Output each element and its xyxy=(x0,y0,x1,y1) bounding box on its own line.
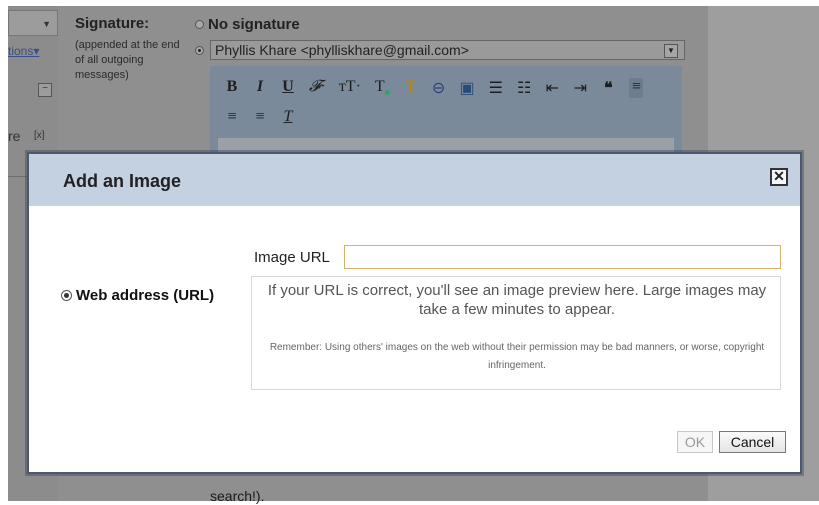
add-image-dialog: Add an Image ✕ Web address (URL) Image U… xyxy=(27,152,802,474)
image-icon[interactable]: ▣ xyxy=(460,78,475,98)
ok-button[interactable]: OK xyxy=(677,431,713,453)
link-icon[interactable]: ⊖ xyxy=(432,78,446,98)
signature-account-value: Phyllis Khare <phylliskhare@gmail.com> xyxy=(215,42,469,58)
image-url-label: Image URL xyxy=(254,249,330,266)
web-address-label: Web address (URL) xyxy=(76,287,215,304)
align-left-icon[interactable]: ≡ xyxy=(629,78,644,98)
image-preview-box: If your URL is correct, you'll see an im… xyxy=(251,276,781,390)
truncated-label: re xyxy=(8,128,21,144)
web-address-option[interactable]: Web address (URL) xyxy=(61,287,214,304)
align-right-icon[interactable]: ≡ xyxy=(253,108,267,126)
chevron-down-icon: ▼ xyxy=(664,44,678,58)
quote-icon[interactable]: ❝ xyxy=(601,78,615,98)
radio-icon[interactable] xyxy=(195,20,204,29)
no-signature-label: No signature xyxy=(208,16,300,33)
left-dropdown[interactable]: ▼ xyxy=(8,10,58,36)
no-signature-option[interactable]: No signature xyxy=(195,16,300,33)
text-color-icon[interactable]: T■ xyxy=(375,78,390,98)
editor-toolbar: B I U 𝓕· тT· T■ T ⊖ ▣ ☰ ☷ ⇤ ⇥ ❝ ≡ ≡ ≡ T xyxy=(225,78,665,126)
align-center-icon[interactable]: ≡ xyxy=(225,108,239,126)
close-icon[interactable]: ✕ xyxy=(770,168,788,186)
chevron-down-icon: ▼ xyxy=(42,19,51,29)
remove-formatting-icon[interactable]: T xyxy=(281,108,295,126)
font-icon[interactable]: 𝓕· xyxy=(309,78,325,98)
highlight-icon[interactable]: T xyxy=(404,78,418,98)
radio-selected-icon[interactable] xyxy=(195,45,204,55)
bulleted-list-icon[interactable]: ☷ xyxy=(517,78,531,98)
signature-account-option[interactable]: Phyllis Khare <phylliskhare@gmail.com> ▼ xyxy=(195,40,685,60)
signature-account-select[interactable]: Phyllis Khare <phylliskhare@gmail.com> ▼ xyxy=(210,40,685,60)
editor-text-area[interactable] xyxy=(218,138,674,152)
options-link[interactable]: tions▾ xyxy=(8,44,39,58)
radio-selected-icon[interactable] xyxy=(61,290,72,301)
text-size-icon[interactable]: тT· xyxy=(339,78,361,98)
numbered-list-icon[interactable]: ☰ xyxy=(489,78,503,98)
underline-icon[interactable]: U xyxy=(281,78,295,98)
signature-label: Signature: xyxy=(75,15,150,32)
dialog-header: Add an Image ✕ xyxy=(29,154,800,206)
signature-editor: B I U 𝓕· тT· T■ T ⊖ ▣ ☰ ☷ ⇤ ⇥ ❝ ≡ ≡ ≡ T xyxy=(210,66,682,152)
signature-note: (appended at the end of all outgoing mes… xyxy=(75,39,180,81)
cancel-button[interactable]: Cancel xyxy=(719,431,786,453)
preview-message: If your URL is correct, you'll see an im… xyxy=(267,282,767,318)
italic-icon[interactable]: I xyxy=(253,78,267,98)
collapse-icon[interactable]: − xyxy=(38,83,52,97)
image-url-input[interactable] xyxy=(344,245,781,269)
remove-link[interactable]: [x] xyxy=(34,130,45,141)
outdent-icon[interactable]: ⇤ xyxy=(545,78,559,98)
copyright-warning: Remember: Using others' images on the we… xyxy=(269,342,765,371)
dialog-title: Add an Image xyxy=(63,171,182,191)
bold-icon[interactable]: B xyxy=(225,78,239,98)
snippets-fragment: search!). xyxy=(210,488,265,504)
indent-icon[interactable]: ⇥ xyxy=(573,78,587,98)
